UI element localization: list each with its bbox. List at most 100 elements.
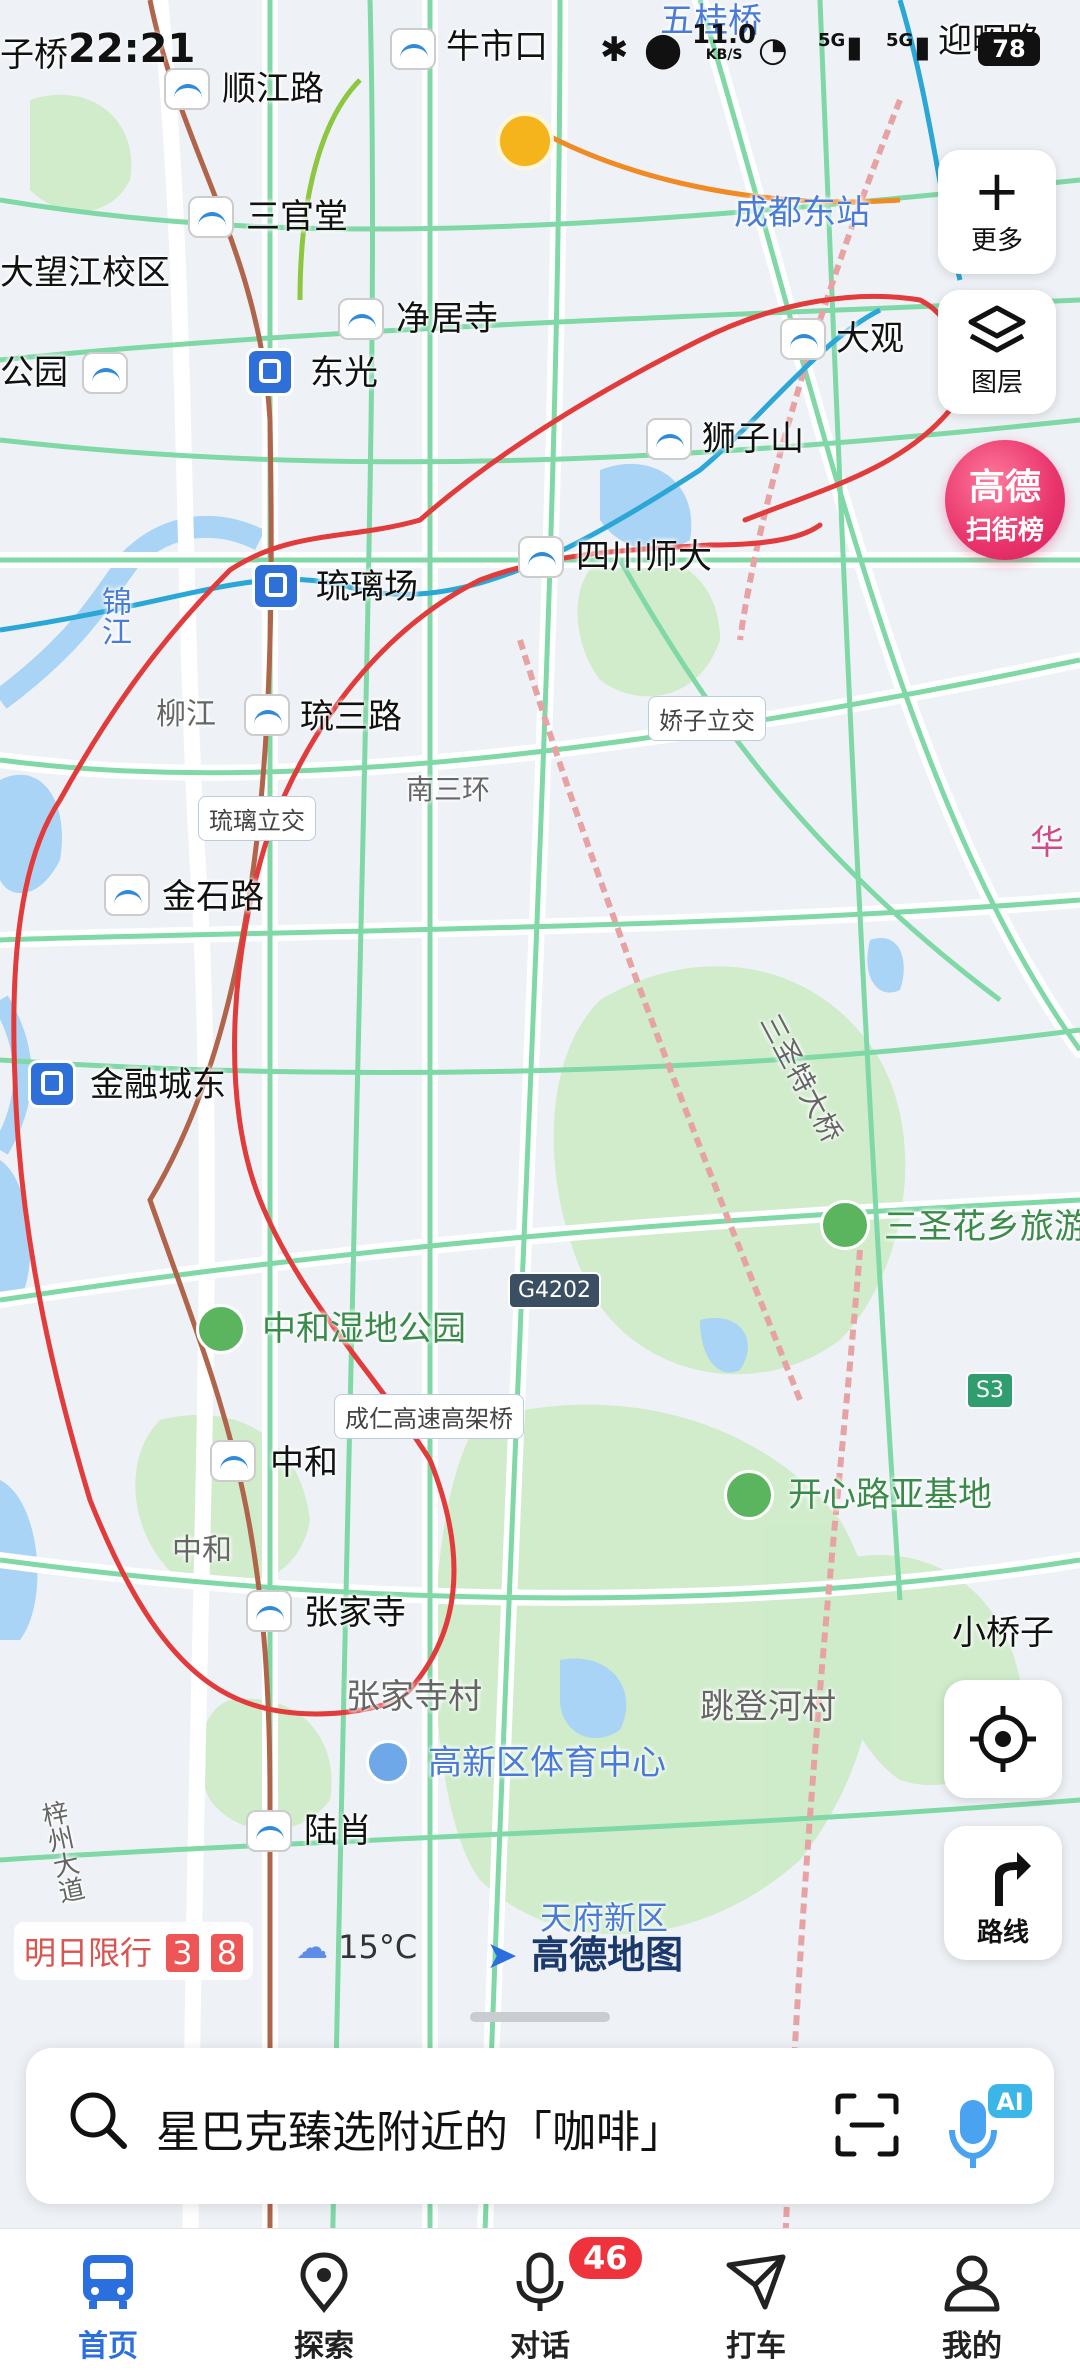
- label-sanguantang[interactable]: 三官堂: [246, 200, 348, 234]
- status-bar: 22:21 ✱ ⬤ 11.0 KB/S ◔ 5G ▮ 5G ▮ 78: [0, 20, 1080, 90]
- metro-station-icon[interactable]: [188, 196, 234, 238]
- tab-mine[interactable]: 我的: [864, 2229, 1080, 2377]
- net-speed-unit: KB/S: [705, 47, 743, 63]
- temperature: 15°C: [338, 1928, 418, 1966]
- locate-button[interactable]: [944, 1680, 1062, 1798]
- label-dongguang[interactable]: 东光: [310, 356, 378, 390]
- label-liusan-rd[interactable]: 琉三路: [300, 700, 402, 734]
- layers-button[interactable]: 图层: [938, 290, 1056, 414]
- label-sichuan-normal[interactable]: 四川师大: [576, 540, 712, 574]
- bluetooth-icon: ✱: [600, 30, 629, 70]
- label-kaixin-rd[interactable]: 开心路亚基地: [788, 1478, 992, 1512]
- more-label: 更多: [970, 226, 1023, 256]
- metro-station-icon[interactable]: [518, 536, 564, 578]
- label-zhangjiasi[interactable]: 张家寺: [304, 1596, 406, 1630]
- wifi-icon: ◔: [758, 30, 788, 70]
- scan-icon[interactable]: [834, 2092, 900, 2158]
- cloud-icon: ☁: [296, 1928, 328, 1966]
- tab-home[interactable]: 首页: [0, 2229, 216, 2377]
- net-speed: 11.0 KB/S: [692, 22, 756, 62]
- label-liulichang[interactable]: 琉璃场: [316, 570, 418, 604]
- route-arrow-icon: [995, 1852, 1031, 1906]
- metro-station-icon[interactable]: [246, 1590, 292, 1632]
- metro-station-icon[interactable]: [780, 318, 826, 360]
- park-icon[interactable]: [724, 1470, 774, 1520]
- crosshair-icon: [970, 1706, 1036, 1772]
- label-sansheng-flower[interactable]: 三圣花乡旅游: [884, 1210, 1080, 1244]
- metro-station-icon[interactable]: [210, 1440, 256, 1482]
- label-daguan[interactable]: 大观: [836, 322, 904, 356]
- metro-station-icon[interactable]: [104, 874, 150, 916]
- clock: 22:21: [68, 26, 196, 72]
- ai-voice-icon[interactable]: AI: [946, 2082, 1036, 2172]
- label-shizishan[interactable]: 狮子山: [702, 422, 804, 456]
- label-chengdu-east[interactable]: 成都东站: [734, 196, 870, 230]
- label-liuli-interchange[interactable]: 琉璃立交: [198, 796, 316, 841]
- label-jinshi-rd[interactable]: 金石路: [162, 880, 264, 914]
- label-south-ring3: 南三环: [406, 773, 491, 806]
- location-icon: ⬤: [644, 30, 683, 70]
- logo-text: 高德地图: [531, 1933, 684, 1977]
- label-jinjiang: 锦江: [96, 586, 131, 646]
- signal-5g-2: 5G: [886, 30, 914, 51]
- stadium-icon[interactable]: [366, 1740, 410, 1784]
- restriction-label: 明日限行: [24, 1934, 153, 1972]
- search-bar[interactable]: 星巴克臻选附近的「咖啡」 AI: [26, 2048, 1054, 2204]
- drag-handle[interactable]: [470, 2012, 610, 2022]
- label-g4202: G4202: [508, 1272, 602, 1309]
- restriction-number: 8: [210, 1934, 244, 1972]
- weather-widget[interactable]: ☁ 15°C: [296, 1928, 417, 1966]
- layers-label: 图层: [970, 368, 1023, 398]
- signal-5g-1: 5G: [818, 30, 846, 51]
- metro-station-icon[interactable]: [82, 352, 128, 394]
- route-button[interactable]: 路线: [944, 1826, 1062, 1960]
- park-icon[interactable]: [820, 1200, 870, 1250]
- metro-icon[interactable]: [28, 1060, 76, 1108]
- park-icon[interactable]: [196, 1304, 246, 1354]
- label-chengren-elevated: 成仁高速高架桥: [334, 1394, 524, 1439]
- taxi-icon: [726, 2254, 786, 2310]
- label-dawangjiang[interactable]: 大望江校区: [0, 256, 170, 290]
- label-jiaozi-interchange[interactable]: 娇子立交: [648, 696, 766, 741]
- tab-explore[interactable]: 探索: [216, 2229, 432, 2377]
- metro-station-icon[interactable]: [246, 1810, 292, 1852]
- tab-chat-label: 对话: [510, 2329, 570, 2364]
- signal-bars-icon: ▮: [846, 30, 863, 65]
- logo-arrow-icon: ➤: [486, 1933, 518, 1977]
- user-icon: [944, 2255, 1000, 2312]
- label-jingjusi[interactable]: 净居寺: [396, 302, 498, 336]
- label-zhangjiasi-village: 张家寺村: [346, 1677, 482, 1717]
- label-jinrongcheng-east[interactable]: 金融城东: [90, 1068, 226, 1102]
- plus-icon: +: [973, 159, 1021, 224]
- more-button[interactable]: + 更多: [938, 150, 1056, 274]
- label-tiaodenghe: 跳登河村: [700, 1687, 836, 1727]
- label-gongyuan[interactable]: 公园: [0, 356, 68, 390]
- tab-explore-label: 探索: [294, 2329, 354, 2364]
- bus-poi-icon[interactable]: [496, 112, 554, 170]
- metro-icon[interactable]: [246, 348, 294, 396]
- label-zhonghe-station[interactable]: 中和: [270, 1446, 338, 1480]
- route-label: 路线: [976, 1918, 1029, 1948]
- street-ranking-line2: 扫街榜: [965, 516, 1044, 546]
- traffic-restriction[interactable]: 明日限行 3 8: [14, 1922, 254, 1980]
- metro-station-icon[interactable]: [244, 694, 290, 736]
- tab-taxi[interactable]: 打车: [648, 2229, 864, 2377]
- label-luxiao[interactable]: 陆肖: [304, 1814, 372, 1848]
- search-icon: [70, 2092, 127, 2149]
- street-ranking-badge[interactable]: 高德 扫街榜: [945, 440, 1065, 560]
- metro-icon[interactable]: [252, 562, 300, 610]
- label-gaoxin-sports[interactable]: 高新区体育中心: [428, 1746, 666, 1780]
- svg-text:AI: AI: [996, 2088, 1024, 2116]
- tab-taxi-label: 打车: [726, 2329, 786, 2364]
- metro-station-icon[interactable]: [646, 418, 692, 460]
- search-hint-text[interactable]: 星巴克臻选附近的「咖啡」: [156, 2096, 684, 2160]
- label-liujiang: 柳江: [156, 697, 216, 732]
- layers-icon: [968, 305, 1026, 353]
- metro-station-icon[interactable]: [338, 298, 384, 340]
- label-huayang[interactable]: 华: [1030, 826, 1064, 860]
- label-xiaoqiaozi[interactable]: 小桥子: [952, 1616, 1054, 1650]
- label-zhonghe-park[interactable]: 中和湿地公园: [262, 1312, 466, 1346]
- signal-bars-icon: ▮: [914, 30, 931, 65]
- bus-icon: [83, 2255, 133, 2309]
- tab-mine-label: 我的: [942, 2329, 1002, 2364]
